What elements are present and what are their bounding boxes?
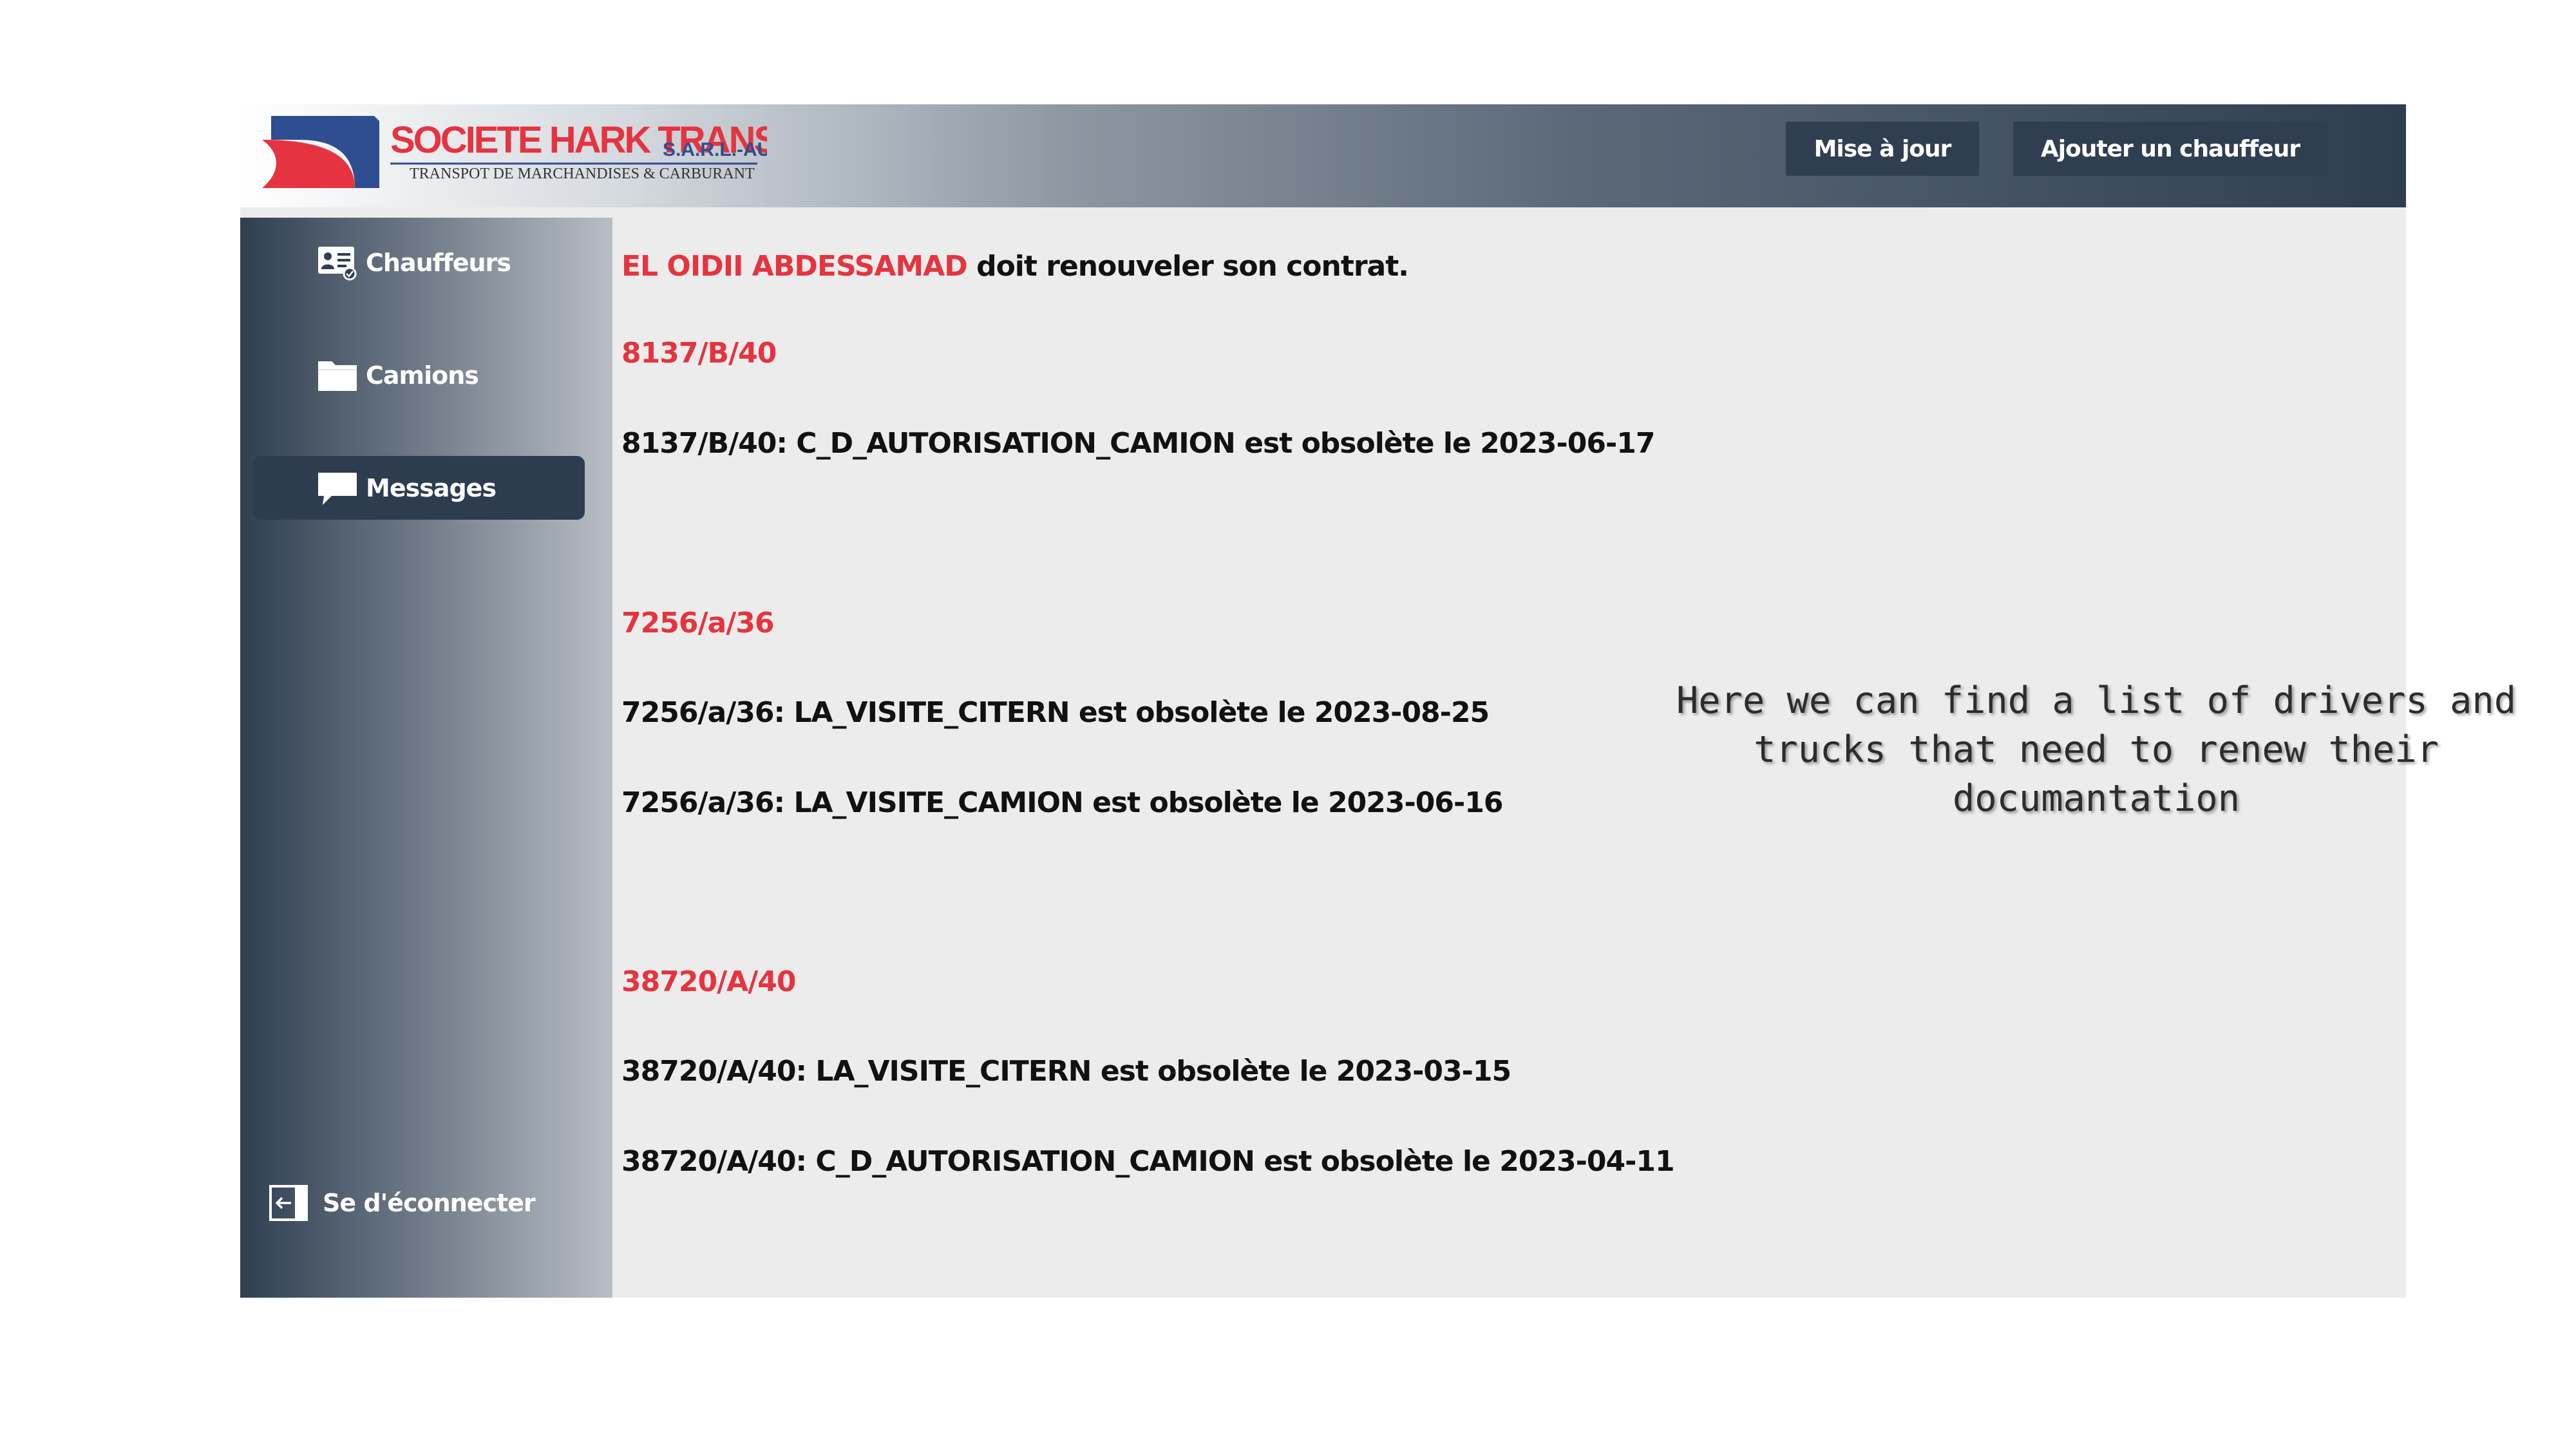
folder-icon <box>318 361 357 391</box>
header-bar: SOCIETE HARK TRANS S.A.R.L.-AU TRANSPOT … <box>240 104 2406 207</box>
add-driver-button[interactable]: Ajouter un chauffeur <box>2013 122 2327 176</box>
expiry-message: 8137/B/40: C_D_AUTORISATION_CAMION est o… <box>621 427 1656 460</box>
sidebar-item-label: Messages <box>366 473 497 502</box>
annotation-note: Here we can find a list of drivers and t… <box>1658 676 2534 823</box>
sidebar-item-messages[interactable]: Messages <box>253 456 585 520</box>
driver-name: EL OIDII ABDESSAMAD <box>621 250 968 283</box>
expiry-message: 38720/A/40: LA_VISITE_CITERN est obsolèt… <box>621 1055 1511 1088</box>
annotation-line: trucks that need to renew their <box>1754 728 2439 771</box>
company-logo: SOCIETE HARK TRANS S.A.R.L.-AU TRANSPOT … <box>262 116 767 188</box>
truck-plate-heading: 38720/A/40 <box>621 965 796 998</box>
update-button[interactable]: Mise à jour <box>1786 122 1979 176</box>
logout-icon <box>269 1185 308 1221</box>
chat-bubble-icon <box>318 473 357 505</box>
driver-card-icon <box>318 247 357 281</box>
annotation-line: Here we can find a list of drivers and <box>1676 679 2517 722</box>
expiry-message: 7256/a/36: LA_VISITE_CITERN est obsolète… <box>621 696 1490 729</box>
logout-label: Se d'éconnecter <box>323 1189 536 1217</box>
sidebar-item-chauffeurs[interactable]: Chauffeurs <box>253 231 585 294</box>
sidebar-item-label: Chauffeurs <box>366 248 511 277</box>
logo-tagline: TRANSPOT DE MARCHANDISES & CARBURANT <box>410 166 755 182</box>
contract-message: EL OIDII ABDESSAMAD doit renouveler son … <box>621 250 1409 283</box>
expiry-message: 38720/A/40: C_D_AUTORISATION_CAMION est … <box>621 1145 1675 1178</box>
sidebar-item-label: Camions <box>366 361 479 390</box>
logout-button[interactable]: Se d'éconnecter <box>266 1177 575 1229</box>
expiry-message: 7256/a/36: LA_VISITE_CAMION est obsolète… <box>621 786 1503 819</box>
truck-plate-heading: 8137/B/40 <box>621 337 777 370</box>
annotation-line: documantation <box>1952 777 2240 820</box>
contract-text: doit renouveler son contrat. <box>967 250 1409 283</box>
sidebar-item-camions[interactable]: Camions <box>253 343 585 407</box>
sidebar: Chauffeurs Camions Messages Se d'éconnec… <box>240 218 612 1298</box>
logo-suffix: S.A.R.L.-AU <box>663 139 767 160</box>
truck-plate-heading: 7256/a/36 <box>621 607 775 639</box>
